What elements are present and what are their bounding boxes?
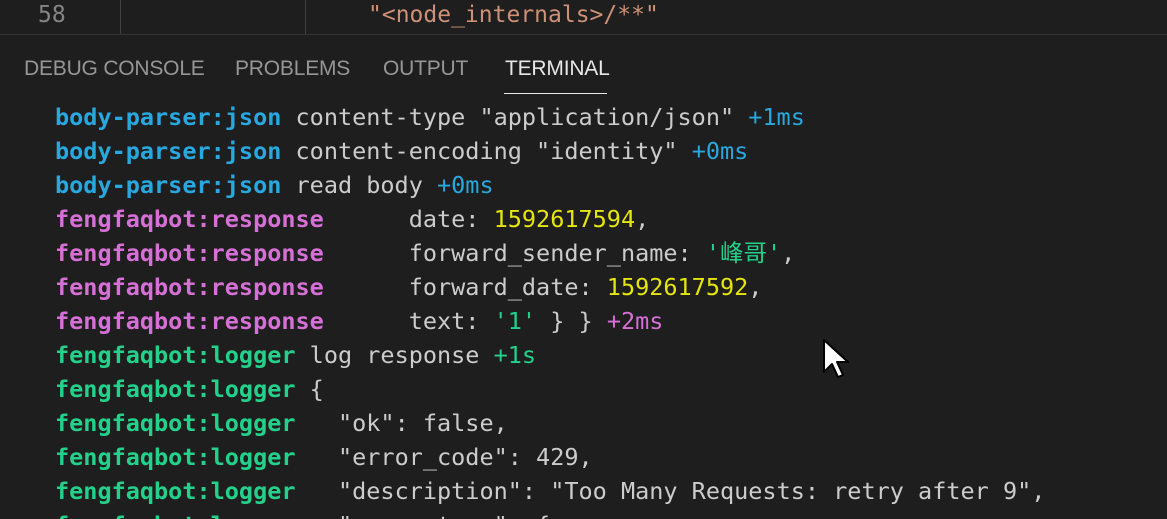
log-timing: +0ms: [691, 137, 749, 165]
log-message: "ok": false,: [295, 409, 508, 437]
log-timing: +0ms: [437, 171, 494, 199]
terminal-line: fengfaqbot:response date: 1592617594,: [55, 202, 649, 236]
log-message: {: [295, 375, 324, 403]
line-number: 58: [38, 2, 66, 28]
log-value: '峰哥': [705, 239, 782, 267]
log-namespace: fengfaqbot:response: [55, 273, 324, 301]
tab-problems[interactable]: PROBLEMS: [235, 57, 350, 81]
log-value: 1592617592: [606, 273, 749, 301]
log-namespace: fengfaqbot:response: [55, 307, 324, 335]
log-message: date:: [323, 205, 494, 233]
terminal-line: body-parser:json read body +0ms: [55, 168, 494, 202]
log-message: "error_code": 429,: [295, 443, 593, 471]
log-message: "description": "Too Many Requests: retry…: [295, 477, 1046, 505]
editor-strip: 58 "<node_internals>/**": [0, 0, 1167, 34]
log-timing: +1ms: [748, 103, 805, 131]
log-timing: +1s: [493, 341, 537, 369]
terminal-line: fengfaqbot:response forward_date: 159261…: [55, 270, 762, 304]
terminal-line: body-parser:json content-encoding "ident…: [55, 134, 748, 168]
indent-guide: [120, 0, 121, 34]
terminal-output[interactable]: body-parser:json content-type "applicati…: [0, 98, 1167, 519]
terminal-line: fengfaqbot:logger "description": "Too Ma…: [55, 474, 1045, 508]
log-tail: ,: [635, 205, 650, 233]
log-namespace: fengfaqbot:response: [55, 239, 324, 267]
log-message: "parameters": {: [296, 511, 550, 519]
terminal-line: fengfaqbot:logger "error_code": 429,: [55, 440, 593, 474]
log-message: content-type "application/json": [281, 103, 749, 131]
log-message: text:: [323, 307, 494, 335]
vscode-window: 58 "<node_internals>/**" DEBUG CONSOLE P…: [0, 0, 1167, 519]
log-namespace: fengfaqbot:logger: [55, 375, 296, 403]
terminal-line: fengfaqbot:logger "ok": false,: [55, 406, 508, 440]
log-message: forward_date:: [323, 273, 607, 301]
log-namespace: body-parser:json: [55, 103, 282, 131]
log-message: read body: [281, 171, 438, 199]
editor-code-line[interactable]: "<node_internals>/**": [368, 2, 659, 28]
log-message: log response: [295, 341, 494, 369]
log-tail: } }: [536, 307, 607, 335]
tab-terminal[interactable]: TERMINAL: [505, 57, 610, 81]
arrow-cursor-icon: [823, 339, 849, 378]
tab-output[interactable]: OUTPUT: [383, 57, 468, 81]
log-tail: ,: [748, 273, 763, 301]
indent-guide: [305, 0, 306, 34]
log-namespace: body-parser:json: [55, 137, 282, 165]
terminal-line: fengfaqbot:logger log response +1s: [55, 338, 536, 372]
log-value: 1592617594: [493, 205, 636, 233]
log-namespace: fengfaqbot:logger: [55, 477, 296, 505]
log-namespace: body-parser:json: [55, 171, 282, 199]
log-namespace: fengfaqbot:logger: [55, 511, 296, 519]
log-message: forward_sender_name:: [323, 239, 706, 267]
panel-tab-bar: DEBUG CONSOLE PROBLEMS OUTPUT TERMINAL: [0, 34, 1167, 97]
tab-debug-console[interactable]: DEBUG CONSOLE: [24, 57, 205, 81]
terminal-line: fengfaqbot:response text: '1' } } +2ms: [55, 304, 663, 338]
log-tail: ,: [781, 239, 796, 267]
terminal-line: fengfaqbot:logger {: [55, 372, 324, 406]
terminal-line: body-parser:json content-type "applicati…: [55, 100, 805, 134]
log-namespace: fengfaqbot:response: [55, 205, 324, 233]
log-namespace: fengfaqbot:logger: [55, 409, 296, 437]
log-value: '1': [493, 307, 537, 335]
log-namespace: fengfaqbot:logger: [55, 443, 296, 471]
terminal-line: fengfaqbot:response forward_sender_name:…: [55, 236, 795, 270]
terminal-line: fengfaqbot:logger "parameters": {: [55, 508, 550, 519]
log-message: content-encoding "identity": [281, 137, 692, 165]
active-tab-indicator: [504, 93, 607, 94]
log-namespace: fengfaqbot:logger: [55, 341, 296, 369]
log-timing: +2ms: [606, 307, 664, 335]
